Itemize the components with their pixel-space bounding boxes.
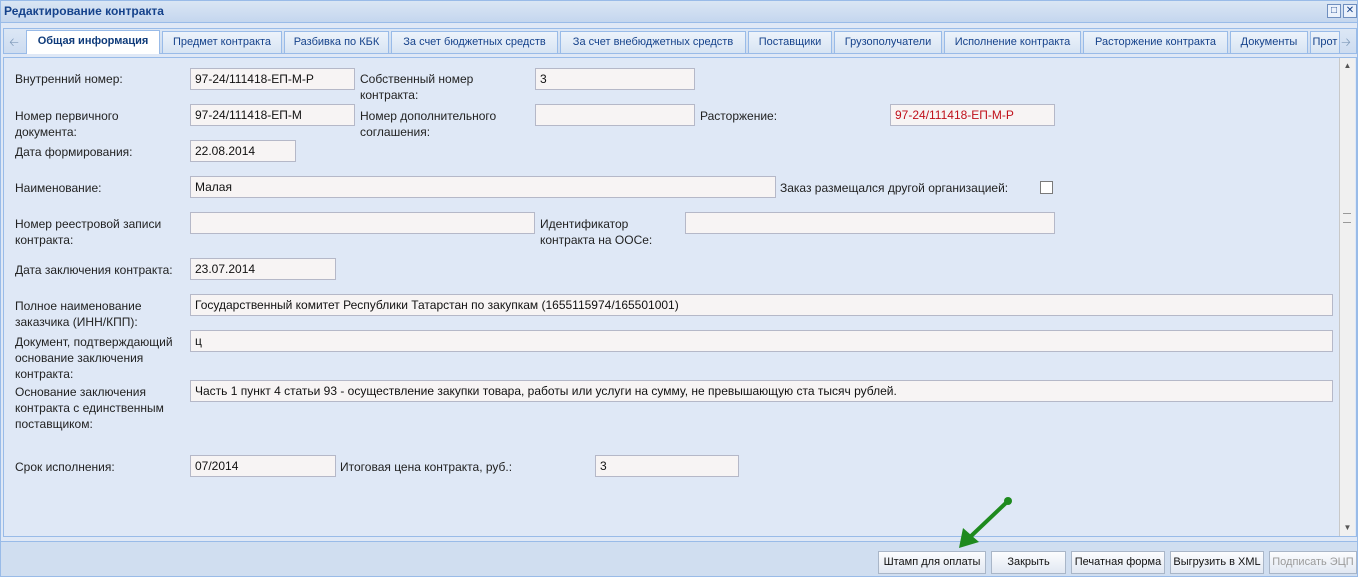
button-toolbar: Штамп для оплаты Закрыть Печатная форма … xyxy=(1,541,1357,576)
primary-doc-number-field[interactable]: 97-24/111418-ЕП-М xyxy=(190,104,355,126)
stamp-for-payment-button[interactable]: Штамп для оплаты xyxy=(878,551,986,574)
tab-protocols[interactable]: Прот xyxy=(1310,31,1340,53)
own-number-field[interactable]: 3 xyxy=(535,68,695,90)
internal-number-field[interactable]: 97-24/111418-ЕП-М-Р xyxy=(190,68,355,90)
placed-by-other-checkbox[interactable] xyxy=(1040,181,1053,194)
additional-agreement-number-field[interactable] xyxy=(535,104,695,126)
tab-contract-subject[interactable]: Предмет контракта xyxy=(162,31,282,53)
tab-strip: 🡠 Общая информация Предмет контракта Раз… xyxy=(3,28,1357,54)
customer-full-name-label: Полное наименование заказчика (ИНН/КПП): xyxy=(15,299,142,329)
tab-suppliers[interactable]: Поставщики xyxy=(748,31,832,53)
sign-eds-button: Подписать ЭЦП xyxy=(1269,551,1357,574)
tab-general-info[interactable]: Общая информация xyxy=(26,30,160,54)
single-supplier-basis-field[interactable]: Часть 1 пункт 4 статьи 93 - осуществлени… xyxy=(190,380,1333,402)
vertical-scrollbar[interactable]: ▲ ▼ xyxy=(1339,58,1355,536)
primary-doc-number-label: Номер первичного документа: xyxy=(15,109,119,139)
single-supplier-basis-label: Основание заключения контракта с единств… xyxy=(15,385,164,431)
tab-contract-termination[interactable]: Расторжение контракта xyxy=(1083,31,1228,53)
annotation-arrow-icon xyxy=(959,497,1012,548)
restore-icon[interactable]: □ xyxy=(1327,4,1341,18)
window-title: Редактирование контракта xyxy=(4,4,164,18)
print-form-button[interactable]: Печатная форма xyxy=(1071,551,1165,574)
registry-record-number-field[interactable] xyxy=(190,212,535,234)
oos-identifier-label: Идентификатор контракта на ООСе: xyxy=(540,217,653,247)
oos-identifier-field[interactable] xyxy=(685,212,1055,234)
registry-record-number-label: Номер реестровой записи контракта: xyxy=(15,217,162,247)
scroll-up-icon[interactable]: ▲ xyxy=(1340,58,1355,74)
total-price-label: Итоговая цена контракта, руб.: xyxy=(340,460,513,474)
formation-date-field[interactable]: 22.08.2014 xyxy=(190,140,296,162)
tab-consignees[interactable]: Грузополучатели xyxy=(834,31,942,53)
additional-agreement-number-label: Номер дополнительного соглашения: xyxy=(360,109,497,139)
conclusion-date-label: Дата заключения контракта: xyxy=(15,263,173,277)
internal-number-label: Внутренний номер: xyxy=(15,72,123,86)
close-button[interactable]: Закрыть xyxy=(991,551,1066,574)
total-price-field[interactable]: 3 xyxy=(595,455,739,477)
tab-documents[interactable]: Документы xyxy=(1230,31,1308,53)
termination-field[interactable]: 97-24/111418-ЕП-М-Р xyxy=(890,104,1055,126)
scroll-down-icon[interactable]: ▼ xyxy=(1340,520,1355,536)
name-label: Наименование: xyxy=(15,181,102,195)
general-info-panel: Внутренний номер: 97-24/111418-ЕП-М-Р Со… xyxy=(3,57,1357,537)
termination-label: Расторжение: xyxy=(700,109,778,123)
formation-date-label: Дата формирования: xyxy=(15,145,133,159)
basis-document-field[interactable]: ц xyxy=(190,330,1333,352)
window-titlebar: Редактирование контракта □ ✕ xyxy=(1,1,1357,23)
execution-term-field[interactable]: 07/2014 xyxy=(190,455,336,477)
tab-extrabudget-funds[interactable]: За счет внебюджетных средств xyxy=(560,31,746,53)
conclusion-date-field[interactable]: 23.07.2014 xyxy=(190,258,336,280)
tab-kbk-breakdown[interactable]: Разбивка по КБК xyxy=(284,31,389,53)
tab-budget-funds[interactable]: За счет бюджетных средств xyxy=(391,31,558,53)
scroll-right-icon[interactable]: 🡢 xyxy=(1338,31,1354,53)
own-number-label: Собственный номер контракта: xyxy=(360,72,474,102)
tab-contract-execution[interactable]: Исполнение контракта xyxy=(944,31,1081,53)
scroll-thumb[interactable] xyxy=(1343,213,1351,223)
name-field[interactable]: Малая xyxy=(190,176,776,198)
placed-by-other-label: Заказ размещался другой организацией: xyxy=(780,181,1009,195)
contract-edit-window: Редактирование контракта □ ✕ 🡠 Общая инф… xyxy=(0,0,1358,577)
export-xml-button[interactable]: Выгрузить в XML xyxy=(1170,551,1264,574)
customer-full-name-field[interactable]: Государственный комитет Республики Татар… xyxy=(190,294,1333,316)
basis-document-label: Документ, подтверждающий основание заклю… xyxy=(15,335,173,381)
close-icon[interactable]: ✕ xyxy=(1343,4,1357,18)
scroll-left-icon[interactable]: 🡠 xyxy=(6,31,22,53)
execution-term-label: Срок исполнения: xyxy=(15,460,115,474)
